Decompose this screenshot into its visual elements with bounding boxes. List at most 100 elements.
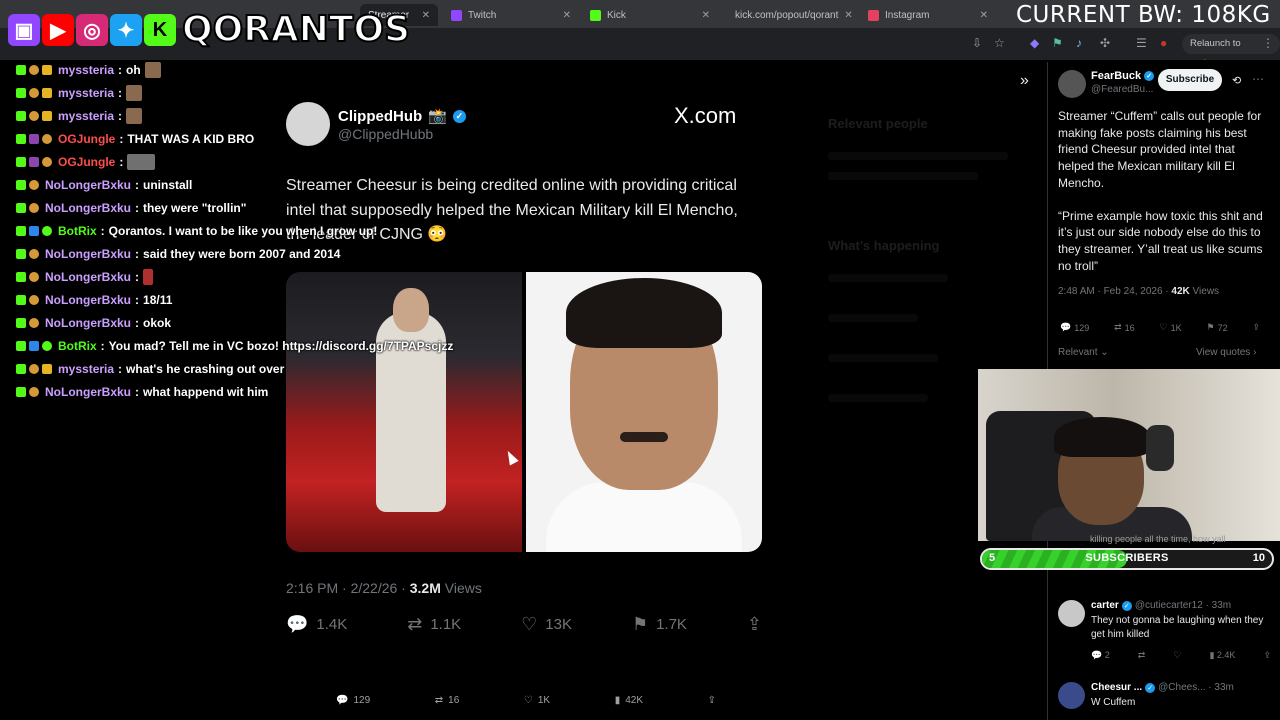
chat-username[interactable]: myssteria xyxy=(58,63,114,77)
share-icon[interactable]: ⇪ xyxy=(1263,650,1271,661)
media-image-right[interactable] xyxy=(526,272,762,552)
share-button[interactable]: ⇪ xyxy=(747,614,762,635)
chat-message: myssteria: xyxy=(16,81,496,104)
subscribe-button[interactable]: Subscribe xyxy=(1158,69,1222,91)
chat-text: they were "trollin" xyxy=(143,200,247,215)
grok-icon[interactable]: ⟲ xyxy=(1232,74,1241,87)
share-button[interactable]: ⇪ xyxy=(1252,322,1260,333)
close-tab-icon[interactable]: ✕ xyxy=(702,10,710,21)
views-button[interactable]: ▮ 42K xyxy=(615,695,643,706)
views-button[interactable]: ▮ 2.4K xyxy=(1209,650,1235,661)
reply-button[interactable]: 💬 2 xyxy=(1091,650,1110,661)
chat-badge-icon xyxy=(16,340,26,351)
post-views-label: Views xyxy=(1192,286,1220,297)
chat-badge-icon xyxy=(29,386,39,397)
install-icon[interactable]: ⇩ xyxy=(972,36,982,50)
bookmark-button[interactable]: ⚑ 1.7K xyxy=(632,614,687,635)
tab-instagram[interactable]: Instagram ✕ xyxy=(860,4,996,26)
sort-dropdown[interactable]: Relevant ⌄ xyxy=(1058,347,1109,358)
chat-separator: : xyxy=(135,269,140,284)
tab-kick-popout[interactable]: kick.com/popout/qorant ✕ xyxy=(721,4,857,26)
chat-username[interactable]: NoLongerBxku xyxy=(45,293,131,307)
repost-icon[interactable]: ⇄ xyxy=(1138,650,1146,661)
chat-username[interactable]: OGJungle xyxy=(58,155,115,169)
more-menu-icon[interactable]: ⋮ xyxy=(1262,36,1274,50)
reply-button[interactable]: 💬 129 xyxy=(1060,322,1089,333)
share-button[interactable]: ⇪ xyxy=(708,695,716,706)
reply-icon: 💬 xyxy=(336,695,349,706)
like-button[interactable]: ♡ 1K xyxy=(524,695,550,706)
repost-button[interactable]: ⇄ 1.1K xyxy=(407,614,461,635)
reply-text: They not gonna be laughing when they get… xyxy=(1091,615,1264,640)
post-meta: 2:48 AM · Feb 24, 2026 · 42K Views xyxy=(1058,286,1219,297)
streamer-hair xyxy=(1054,417,1150,457)
chat-username[interactable]: NoLongerBxku xyxy=(45,270,131,284)
extension-icon[interactable]: ◆ xyxy=(1030,36,1039,50)
avatar[interactable] xyxy=(1058,682,1085,709)
tweet-meta: 2:16 PM · 2/22/26 · 3.2M Views xyxy=(286,580,482,596)
chat-separator: : xyxy=(135,384,140,399)
more-icon[interactable]: ⋯ xyxy=(1252,72,1264,86)
chat-username[interactable]: NoLongerBxku xyxy=(45,316,131,330)
avatar[interactable] xyxy=(1058,70,1086,98)
chat-badge-icon xyxy=(29,156,39,167)
headset xyxy=(1146,425,1174,471)
chat-text: what's he crashing out over xyxy=(126,361,285,376)
tweet-time: 2:16 PM · 2/22/26 · xyxy=(286,580,406,596)
chat-username[interactable]: NoLongerBxku xyxy=(45,178,131,192)
x-com-label: X.com xyxy=(674,103,737,128)
view-quotes-link[interactable]: View quotes › xyxy=(1196,347,1256,358)
heart-icon[interactable]: ♡ xyxy=(1173,650,1181,661)
chat-username[interactable]: NoLongerBxku xyxy=(45,385,131,399)
repost-icon: ⇄ xyxy=(1114,322,1122,332)
person-shirt xyxy=(546,482,742,552)
chat-badge-icon xyxy=(16,363,26,374)
collapse-panel-icon[interactable]: » xyxy=(1020,72,1029,90)
bottom-action-bar: 💬 129 ⇄ 16 ♡ 1K ▮ 42K ⇪ xyxy=(336,695,716,706)
reply-button[interactable]: 💬 1.4K xyxy=(286,614,347,635)
reading-list-icon[interactable]: ☰ xyxy=(1136,36,1147,50)
reply-icon: 💬 xyxy=(286,614,309,634)
tab-twitch[interactable]: Twitch ✕ xyxy=(443,4,579,26)
reply-button[interactable]: 💬 129 xyxy=(336,695,370,706)
close-tab-icon[interactable]: ✕ xyxy=(980,10,988,21)
reply-count: 129 xyxy=(353,695,371,706)
chat-text: Qorantos. I want to be like you when I g… xyxy=(108,223,378,238)
extensions-puzzle-icon[interactable]: ✣ xyxy=(1100,36,1110,50)
chat-username[interactable]: OGJungle xyxy=(58,132,115,146)
like-button[interactable]: ♡ 1K xyxy=(1160,322,1182,333)
close-tab-icon[interactable]: ✕ xyxy=(844,10,852,21)
chat-separator: : xyxy=(135,177,140,192)
chat-emote-icon xyxy=(126,107,143,124)
repost-button[interactable]: ⇄ 16 xyxy=(435,695,460,706)
chat-username[interactable]: myssteria xyxy=(58,362,114,376)
close-tab-icon[interactable]: ✕ xyxy=(563,10,571,21)
reply-author[interactable]: carter xyxy=(1091,600,1119,611)
chat-username[interactable]: NoLongerBxku xyxy=(45,201,131,215)
chat-username[interactable]: BotRix xyxy=(58,339,97,353)
chat-message: BotRix: You mad? Tell me in VC bozo! http… xyxy=(16,334,496,357)
like-button[interactable]: ♡ 13K xyxy=(521,614,572,635)
close-tab-icon[interactable]: ✕ xyxy=(422,10,430,21)
chat-username[interactable]: myssteria xyxy=(58,86,114,100)
tab-kick[interactable]: Kick ✕ xyxy=(582,4,718,26)
extension-icon[interactable]: ♪ xyxy=(1076,36,1082,50)
avatar[interactable] xyxy=(1058,600,1085,627)
chat-badge-icon xyxy=(29,248,39,259)
heart-icon: ♡ xyxy=(523,695,533,706)
chat-username[interactable]: NoLongerBxku xyxy=(45,247,131,261)
extension-icon[interactable]: ⚑ xyxy=(1052,36,1063,50)
repost-button[interactable]: ⇄ 16 xyxy=(1114,322,1135,333)
reply-count: 2 xyxy=(1104,650,1110,660)
chat-text: THAT WAS A KID BRO xyxy=(127,131,255,146)
bookmark-button[interactable]: ⚑ 72 xyxy=(1206,322,1227,333)
verified-badge-icon: ✓ xyxy=(1145,682,1156,693)
post-author[interactable]: FearBuck ✓ xyxy=(1091,70,1155,82)
profile-avatar-icon[interactable]: ● xyxy=(1160,36,1167,50)
chat-username[interactable]: BotRix xyxy=(58,224,97,238)
reply-author[interactable]: Cheesur ... xyxy=(1091,682,1142,693)
chat-message: NoLongerBxku: what happend wit him xyxy=(16,380,496,403)
bookmark-star-icon[interactable]: ☆ xyxy=(994,36,1005,50)
chat-username[interactable]: myssteria xyxy=(58,109,114,123)
sub-goal-target: 10 xyxy=(1252,552,1265,564)
